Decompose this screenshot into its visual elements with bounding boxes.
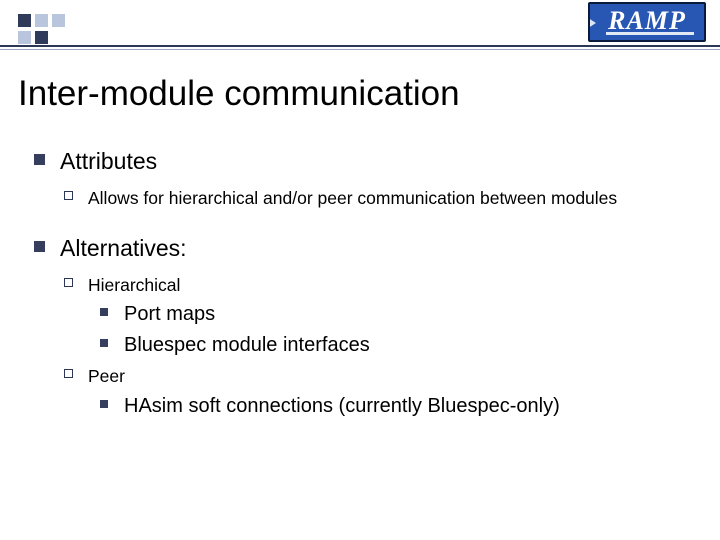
bullet-text: Alternatives: (60, 235, 187, 261)
bullet-alternatives: Alternatives: (32, 233, 692, 264)
bullet-text: Peer (88, 366, 125, 386)
logo-underline (606, 32, 694, 35)
bullet-text: Hierarchical (88, 275, 180, 295)
bullet-text: HAsim soft connections (currently Bluesp… (124, 395, 560, 417)
bullet-text: Allows for hierarchical and/or peer comm… (88, 188, 617, 208)
sub-bullet: Allows for hierarchical and/or peer comm… (62, 187, 692, 211)
slide-title: Inter-module communication (18, 74, 460, 114)
rule-line (0, 45, 720, 47)
ramp-logo: RAMP (588, 2, 706, 42)
slide: RAMP Inter-module communication Attribut… (0, 0, 720, 540)
slide-body: Attributes Allows for hierarchical and/o… (32, 146, 692, 424)
subsub-bullet: HAsim soft connections (currently Bluesp… (98, 393, 692, 420)
bullet-text: Bluespec module interfaces (124, 334, 370, 356)
subsub-bullet: Bluespec module interfaces (98, 332, 692, 359)
bullet-text: Attributes (60, 148, 157, 174)
rule-line-thin (0, 49, 720, 50)
bullet-text: Port maps (124, 303, 215, 325)
logo-arrow-icon (588, 14, 596, 32)
corner-squares (18, 14, 65, 44)
sub-bullet-hierarchical: Hierarchical (62, 274, 692, 298)
sub-bullet-peer: Peer (62, 365, 692, 389)
bullet-attributes: Attributes (32, 146, 692, 177)
subsub-bullet: Port maps (98, 301, 692, 328)
